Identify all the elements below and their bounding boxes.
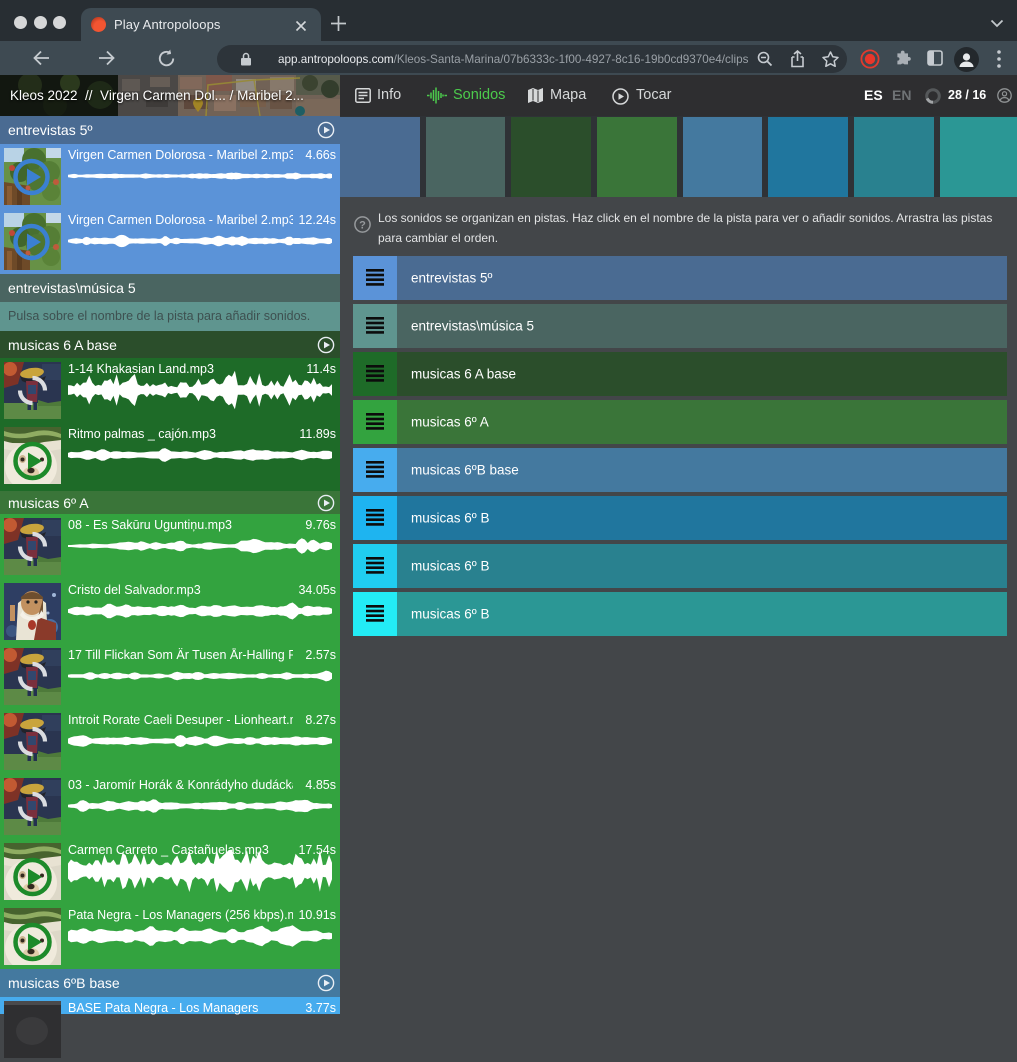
svg-text:?: ? (359, 219, 366, 231)
